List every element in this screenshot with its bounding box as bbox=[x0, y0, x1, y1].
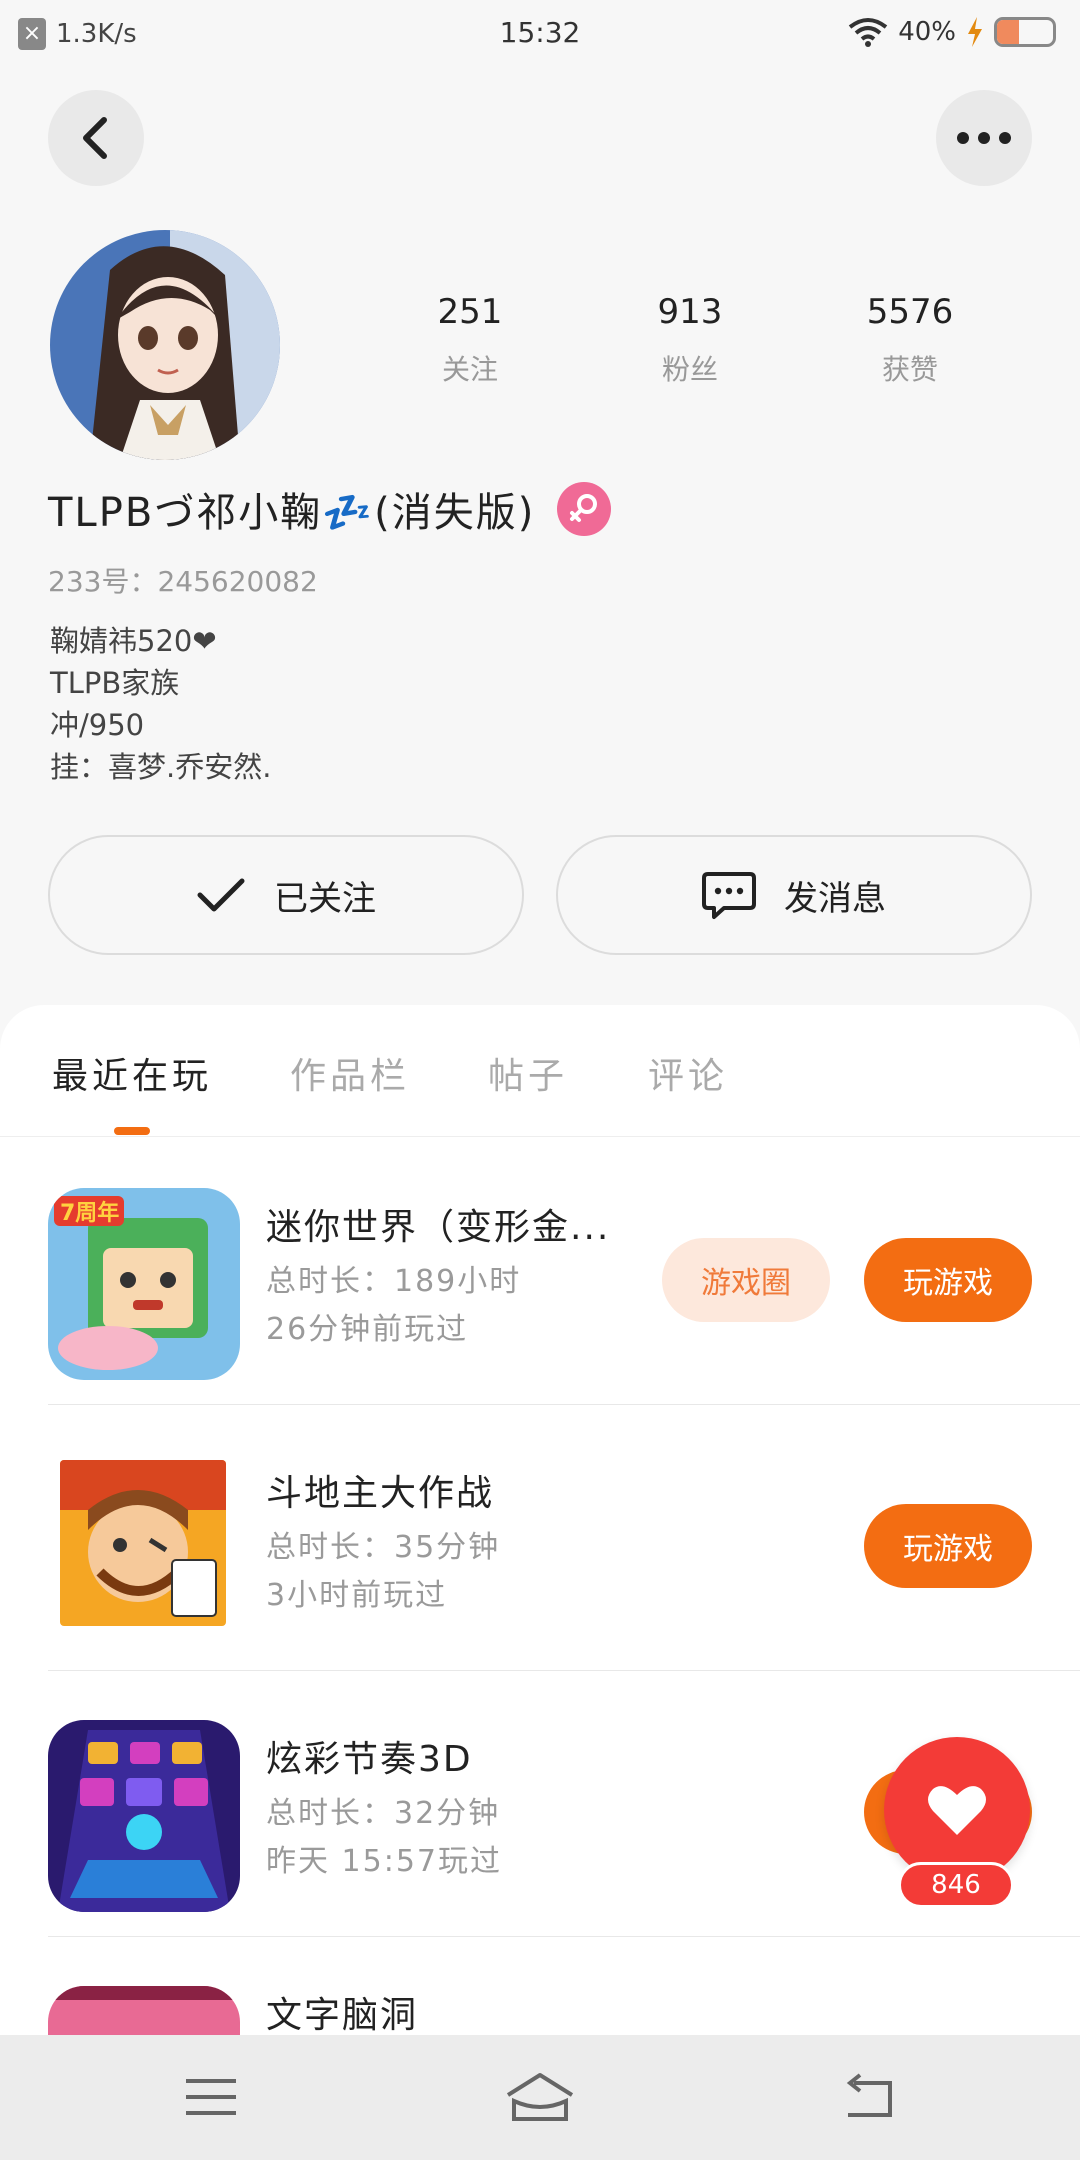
tab-posts[interactable]: 帖子 bbox=[488, 1047, 568, 1099]
bio-line: 鞠婧祎520❤ bbox=[50, 624, 217, 658]
game-duration: 总时长：32分钟 bbox=[266, 1796, 501, 1831]
game-duration: 总时长：189小时 bbox=[266, 1264, 522, 1299]
avatar-image bbox=[50, 230, 280, 460]
tab-recently-played[interactable]: 最近在玩 bbox=[52, 1047, 212, 1099]
like-count: 846 bbox=[898, 1862, 1014, 1908]
likes-label: 获赞 bbox=[881, 353, 938, 386]
game-icon-rhythm-3d[interactable] bbox=[48, 1720, 240, 1912]
game-item[interactable]: 文字脑洞 bbox=[0, 1936, 1080, 2035]
tab-comments[interactable]: 评论 bbox=[648, 1047, 728, 1099]
user-id: 233号：245620082 bbox=[48, 565, 318, 598]
game-title: 炫彩节奏3D bbox=[266, 1739, 473, 1780]
wifi-icon bbox=[848, 18, 888, 47]
charging-icon bbox=[968, 17, 982, 47]
tab-works[interactable]: 作品栏 bbox=[290, 1047, 410, 1099]
followed-button[interactable]: 已关注 bbox=[48, 835, 524, 955]
nav-home-button[interactable] bbox=[500, 2067, 580, 2127]
battery-fill bbox=[997, 20, 1020, 44]
status-right: 40% bbox=[848, 16, 1056, 48]
game-title: 斗地主大作战 bbox=[266, 1473, 495, 1514]
play-game-button[interactable]: 玩游戏 bbox=[864, 1238, 1032, 1322]
fans-count: 913 bbox=[657, 292, 723, 332]
check-icon bbox=[197, 878, 245, 912]
game-title: 迷你世界（变形金... bbox=[266, 1207, 611, 1248]
game-item[interactable]: 斗地主大作战 总时长：35分钟 3小时前玩过 玩游戏 bbox=[0, 1404, 1080, 1670]
heart-icon bbox=[928, 1786, 986, 1835]
bio-line: 挂：喜梦.乔安然. bbox=[50, 750, 272, 784]
name-row: TLPBづ祁小鞠💤(消失版) bbox=[48, 480, 612, 538]
game-icon-doudizhu[interactable] bbox=[60, 1460, 226, 1626]
status-bar: × 1.3K/s 15:32 40% bbox=[0, 0, 1080, 66]
game-icon-mini-world[interactable]: 7周年 bbox=[48, 1188, 240, 1380]
send-message-label: 发消息 bbox=[784, 878, 886, 919]
female-icon bbox=[570, 494, 598, 522]
battery-percent: 40% bbox=[898, 17, 956, 47]
following-count: 251 bbox=[437, 292, 503, 332]
stat-fans[interactable]: 913 粉丝 bbox=[580, 292, 800, 388]
profile-tabs: 最近在玩 作品栏 帖子 评论 bbox=[0, 1005, 1080, 1137]
chevron-left-icon bbox=[83, 117, 107, 159]
followed-label: 已关注 bbox=[274, 878, 376, 919]
tab-indicator bbox=[114, 1127, 150, 1135]
more-dots-icon bbox=[957, 132, 1011, 144]
send-message-button[interactable]: 发消息 bbox=[556, 835, 1032, 955]
play-game-button[interactable]: 玩游戏 bbox=[864, 1504, 1032, 1588]
stat-likes[interactable]: 5576 获赞 bbox=[800, 292, 1020, 388]
game-duration: 总时长：35分钟 bbox=[266, 1530, 501, 1565]
game-item[interactable]: 7周年 迷你世界（变形金... 总时长：189小时 26分钟前玩过 游戏圈 玩游… bbox=[0, 1138, 1080, 1404]
game-last-played: 3小时前玩过 bbox=[266, 1578, 448, 1613]
game-last-played: 26分钟前玩过 bbox=[266, 1312, 469, 1347]
game-circle-button[interactable]: 游戏圈 bbox=[662, 1238, 830, 1322]
bio-line: TLPB家族 bbox=[50, 666, 180, 700]
battery-icon bbox=[994, 17, 1056, 47]
game-title: 文字脑洞 bbox=[266, 1995, 419, 2035]
back-button[interactable] bbox=[48, 90, 144, 186]
stat-following[interactable]: 251 关注 bbox=[360, 292, 580, 388]
menu-icon bbox=[186, 2079, 236, 2115]
gender-badge bbox=[557, 482, 612, 536]
more-button[interactable] bbox=[936, 90, 1032, 186]
system-nav-bar bbox=[0, 2035, 1080, 2160]
game-last-played: 昨天 15:57玩过 bbox=[266, 1844, 502, 1879]
return-icon bbox=[846, 2073, 892, 2117]
svg-text:7周年: 7周年 bbox=[60, 1200, 119, 1226]
profile-stats: 251 关注 913 粉丝 5576 获赞 bbox=[360, 292, 1040, 388]
nav-menu-button[interactable] bbox=[171, 2067, 251, 2127]
nav-back-button[interactable] bbox=[828, 2067, 908, 2127]
bio: 鞠婧祎520❤ TLPB家族 冲/950 挂：喜梦.乔安然. bbox=[50, 620, 271, 788]
game-icon-word-brain[interactable] bbox=[48, 1986, 240, 2035]
likes-count: 5576 bbox=[866, 292, 954, 332]
chat-bubble-icon bbox=[702, 872, 756, 919]
bio-line: 冲/950 bbox=[50, 708, 145, 742]
profile-name: TLPBづ祁小鞠💤(消失版) bbox=[48, 490, 536, 536]
fans-label: 粉丝 bbox=[661, 353, 718, 386]
avatar[interactable] bbox=[50, 230, 280, 460]
home-icon bbox=[506, 2073, 574, 2121]
following-label: 关注 bbox=[441, 353, 498, 386]
